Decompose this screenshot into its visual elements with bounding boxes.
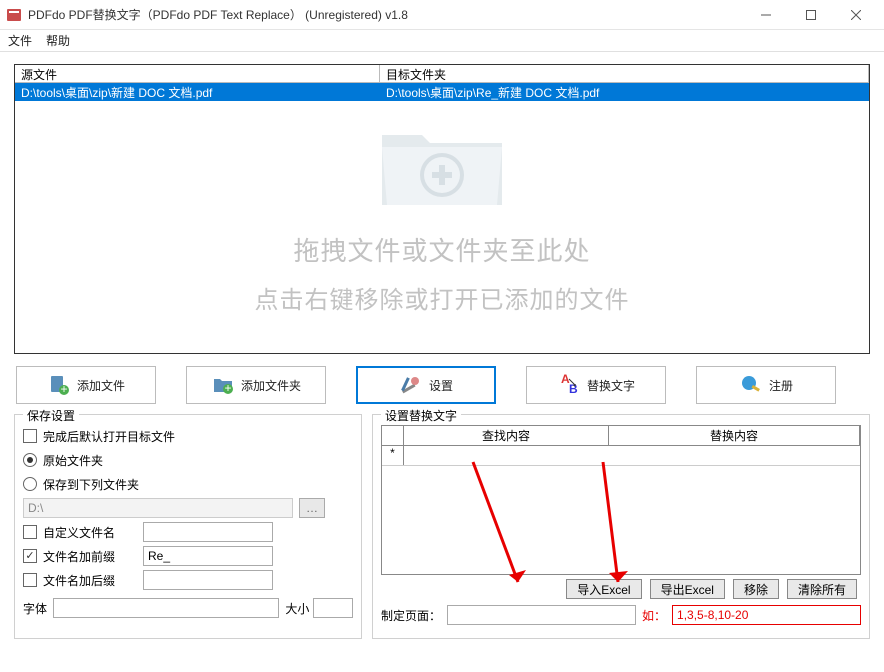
orig-folder-radio[interactable] (23, 453, 37, 467)
grid-col-replace[interactable]: 替换内容 (609, 426, 860, 446)
add-file-button[interactable]: + 添加文件 (16, 366, 156, 404)
register-icon (739, 373, 763, 397)
replace-legend: 设置替换文字 (381, 407, 461, 424)
page-input[interactable] (447, 605, 636, 625)
col-target-folder[interactable]: 目标文件夹 (380, 65, 869, 83)
save-legend: 保存设置 (23, 407, 79, 424)
cell-src: D:\tools\桌面\zip\新建 DOC 文档.pdf (15, 83, 380, 101)
add-folder-label: 添加文件夹 (241, 377, 301, 394)
orig-folder-label: 原始文件夹 (43, 452, 103, 469)
clear-all-button[interactable]: 清除所有 (787, 579, 857, 599)
save-to-folder-label: 保存到下列文件夹 (43, 476, 139, 493)
svg-text:+: + (224, 381, 231, 395)
menu-help[interactable]: 帮助 (46, 32, 70, 49)
prefix-checkbox[interactable] (23, 549, 37, 563)
file-list-row[interactable]: D:\tools\桌面\zip\新建 DOC 文档.pdf D:\tools\桌… (15, 83, 869, 101)
replace-settings-group: 设置替换文字 查找内容 替换内容 * 导 (372, 414, 870, 639)
menubar: 文件 帮助 (0, 30, 884, 52)
cell-dst: D:\tools\桌面\zip\Re_新建 DOC 文档.pdf (380, 83, 869, 101)
remove-button[interactable]: 移除 (733, 579, 779, 599)
maximize-button[interactable] (788, 1, 833, 29)
new-row-marker: * (382, 446, 404, 465)
replace-text-label: 替换文字 (587, 377, 635, 394)
drop-text-1: 拖拽文件或文件夹至此处 (293, 231, 590, 268)
toolbar: + 添加文件 + 添加文件夹 设置 AB 替换文字 注册 (14, 364, 870, 406)
titlebar: PDFdo PDF替换文字（PDFdo PDF Text Replace） (U… (0, 0, 884, 30)
suffix-checkbox[interactable] (23, 573, 37, 587)
save-path-input[interactable] (23, 498, 293, 518)
font-label: 字体 (23, 600, 53, 617)
minimize-button[interactable] (743, 1, 788, 29)
prefix-input[interactable] (143, 546, 273, 566)
add-folder-icon: + (211, 373, 235, 397)
open-after-label: 完成后默认打开目标文件 (43, 428, 175, 445)
suffix-label: 文件名加后缀 (43, 572, 143, 589)
grid-new-row[interactable]: * (382, 446, 860, 466)
prefix-label: 文件名加前缀 (43, 548, 143, 565)
app-icon (6, 7, 22, 23)
window-controls (743, 1, 878, 29)
close-button[interactable] (833, 1, 878, 29)
size-input[interactable] (313, 598, 353, 618)
add-file-icon: + (47, 373, 71, 397)
folder-plus-icon (372, 115, 512, 215)
settings-label: 设置 (429, 377, 453, 394)
register-button[interactable]: 注册 (696, 366, 836, 404)
custom-name-input[interactable] (143, 522, 273, 542)
window-title: PDFdo PDF替换文字（PDFdo PDF Text Replace） (U… (28, 6, 743, 23)
page-label: 制定页面： (381, 607, 441, 624)
file-list-header: 源文件 目标文件夹 (15, 65, 869, 83)
settings-button[interactable]: 设置 (356, 366, 496, 404)
svg-text:+: + (60, 382, 67, 396)
export-excel-button[interactable]: 导出Excel (650, 579, 725, 599)
replace-text-button[interactable]: AB 替换文字 (526, 366, 666, 404)
suffix-input[interactable] (143, 570, 273, 590)
import-excel-button[interactable]: 导入Excel (566, 579, 641, 599)
register-label: 注册 (769, 377, 793, 394)
open-after-checkbox[interactable] (23, 429, 37, 443)
save-settings-group: 保存设置 完成后默认打开目标文件 原始文件夹 保存到下列文件夹 … 自定义文件名… (14, 414, 362, 639)
grid-col-marker (382, 426, 404, 446)
size-label: 大小 (285, 600, 313, 617)
replace-text-icon: AB (557, 373, 581, 397)
grid-col-find[interactable]: 查找内容 (404, 426, 609, 446)
browse-button[interactable]: … (299, 498, 325, 518)
drop-hint: 拖拽文件或文件夹至此处 点击右键移除或打开已添加的文件 (15, 115, 869, 315)
menu-file[interactable]: 文件 (8, 32, 32, 49)
save-to-folder-radio[interactable] (23, 477, 37, 491)
custom-name-label: 自定义文件名 (43, 524, 143, 541)
replace-grid[interactable]: 查找内容 替换内容 * (381, 425, 861, 575)
drop-text-2: 点击右键移除或打开已添加的文件 (255, 280, 630, 315)
col-source-file[interactable]: 源文件 (15, 65, 380, 83)
add-folder-button[interactable]: + 添加文件夹 (186, 366, 326, 404)
font-input[interactable] (53, 598, 280, 618)
custom-name-checkbox[interactable] (23, 525, 37, 539)
example-input[interactable] (672, 605, 861, 625)
example-label: 如： (642, 607, 666, 624)
file-list-panel[interactable]: 源文件 目标文件夹 D:\tools\桌面\zip\新建 DOC 文档.pdf … (14, 64, 870, 354)
settings-icon (399, 373, 423, 397)
add-file-label: 添加文件 (77, 377, 125, 394)
